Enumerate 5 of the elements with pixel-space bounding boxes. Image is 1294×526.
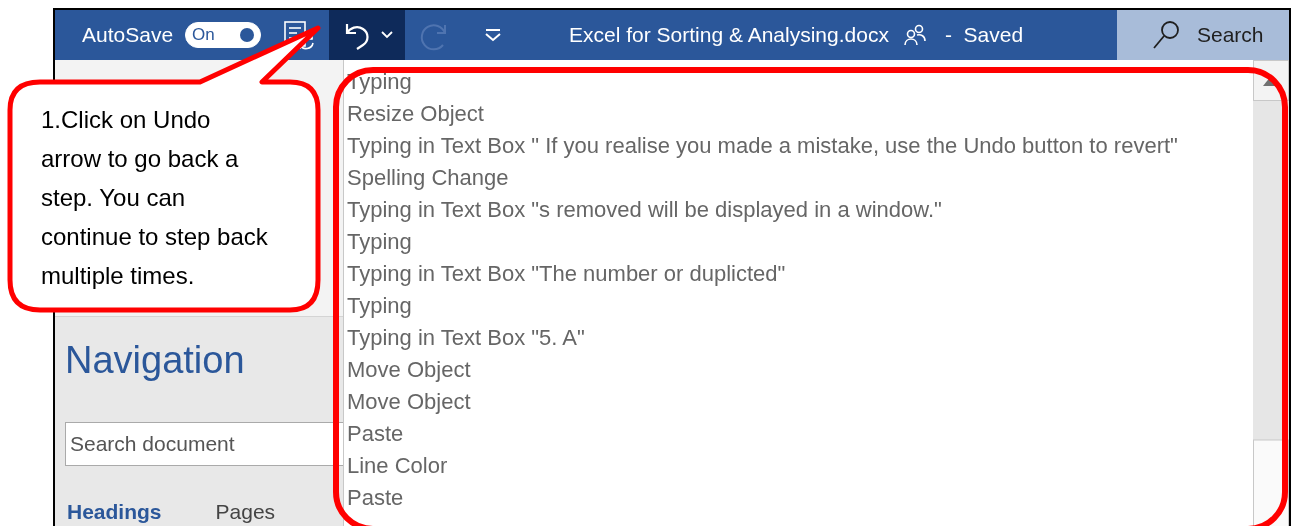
callout-text: 1.Click on Undo arrow to go back a step. You can continue to step back multiple times. (41, 105, 269, 291)
document-title: Excel for Sorting & Analysing.docx (569, 23, 889, 47)
autosave-label: AutoSave (82, 23, 174, 47)
navigation-title: Navigation (65, 339, 246, 382)
save-status: - Saved (944, 23, 1024, 47)
